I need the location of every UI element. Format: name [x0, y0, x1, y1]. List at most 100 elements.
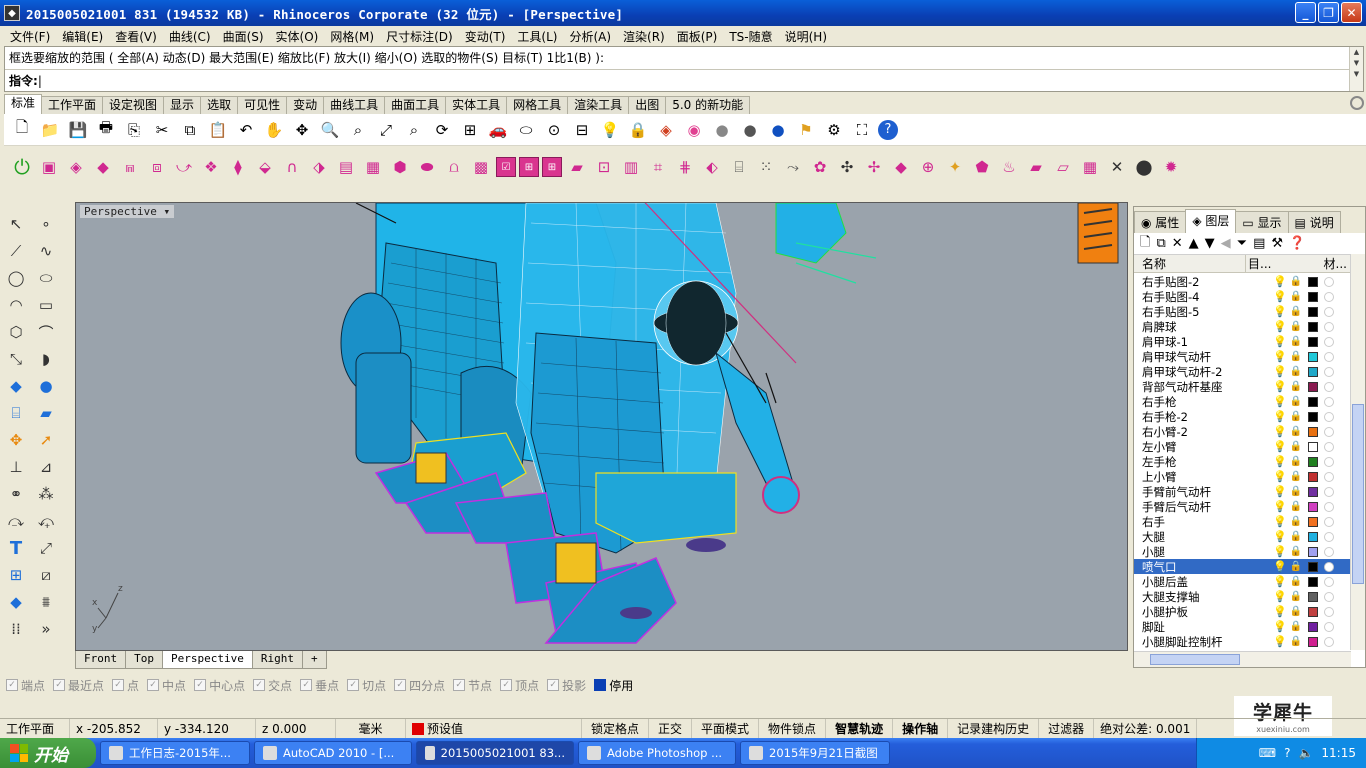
osnap-checkbox[interactable]: ✓	[253, 679, 266, 691]
material-icon[interactable]	[1324, 321, 1334, 332]
menu-item[interactable]: 面板(P)	[671, 28, 724, 45]
command-scrollbar[interactable]: ▲ ▼ ▼	[1349, 47, 1363, 91]
material-icon[interactable]	[1324, 606, 1334, 617]
deform-icon[interactable]: ⬖	[700, 155, 724, 179]
panel-tab[interactable]: ◉ 属性	[1134, 211, 1187, 233]
layers-stack-icon[interactable]: ▰	[565, 155, 589, 179]
material-icon[interactable]	[1324, 636, 1334, 647]
status-toggle[interactable]: 操作轴	[893, 718, 949, 739]
light-bulb-icon[interactable]: 💡	[1272, 305, 1288, 318]
layer-row[interactable]: 左小臂 💡 🔒	[1134, 439, 1351, 454]
osnap-checkbox[interactable]: ✓	[394, 679, 407, 691]
color-wheel-icon[interactable]: ◉	[682, 118, 706, 142]
more-icon[interactable]: »	[34, 617, 58, 641]
layer-row[interactable]: 手臂后气动杆 💡 🔒	[1134, 499, 1351, 514]
layer-row[interactable]: 右小臂-2 💡 🔒	[1134, 424, 1351, 439]
undo-icon[interactable]: ↶	[234, 118, 258, 142]
material-icon[interactable]	[1324, 471, 1334, 482]
osnap-10[interactable]: ✓ 顶点	[500, 677, 539, 694]
split-icon[interactable]: ⧫	[226, 155, 250, 179]
light-bulb-icon[interactable]: 💡	[1272, 545, 1288, 558]
rectangle-icon[interactable]: ▭	[34, 293, 58, 317]
osnap-checkbox[interactable]: ✓	[547, 679, 560, 691]
gumball-icon[interactable]: ✢	[862, 155, 886, 179]
power-icon[interactable]: ⏻	[10, 155, 34, 179]
plane-surface-icon[interactable]: ▰	[34, 401, 58, 425]
fillet-curve-icon[interactable]: ⌒	[34, 320, 58, 344]
split-tool-icon[interactable]: ⊿	[34, 455, 58, 479]
select-icon[interactable]: ⊟	[570, 118, 594, 142]
shaded-sphere-icon[interactable]: ●	[710, 118, 734, 142]
rebuild-icon[interactable]: ⤽	[34, 509, 58, 533]
osnap-checkbox[interactable]	[594, 679, 607, 691]
toolbar-tab[interactable]: 曲面工具	[384, 96, 447, 114]
cube-icon[interactable]: ◈	[64, 155, 88, 179]
move-view-icon[interactable]: ✥	[290, 118, 314, 142]
lock-icon[interactable]: 🔒	[1288, 306, 1304, 317]
transform-icon[interactable]: ✥	[4, 428, 28, 452]
layer-row[interactable]: 肩脾球 💡 🔒	[1134, 319, 1351, 334]
explode-icon[interactable]: ✣	[835, 155, 859, 179]
viewport-tab[interactable]: Top	[125, 651, 163, 669]
layer-row[interactable]: 右手 💡 🔒	[1134, 514, 1351, 529]
status-layer[interactable]: 预设值	[406, 718, 582, 739]
light-bulb-icon[interactable]: 💡	[1272, 275, 1288, 288]
osnap-4[interactable]: ✓ 中心点	[194, 677, 245, 694]
layer-row[interactable]: 背部气动杆基座 💡 🔒	[1134, 379, 1351, 394]
menu-item[interactable]: 尺寸标注(D)	[380, 28, 459, 45]
layer-row[interactable]: 上小臂 💡 🔒	[1134, 469, 1351, 484]
light-bulb-icon[interactable]: 💡	[1272, 485, 1288, 498]
arch-icon[interactable]: ∩	[280, 155, 304, 179]
move-parent-icon[interactable]: ◀	[1221, 236, 1231, 251]
light-bulb-icon[interactable]: 💡	[1272, 560, 1288, 573]
lock-icon[interactable]: 🔒	[1288, 441, 1304, 452]
panel-2-icon[interactable]: ▦	[361, 155, 385, 179]
layer-row[interactable]: 肩甲球气动杆 💡 🔒	[1134, 349, 1351, 364]
cplane-icon[interactable]: ⬭	[514, 118, 538, 142]
layer-row[interactable]: 右手贴图-5 💡 🔒	[1134, 304, 1351, 319]
four-view-icon[interactable]: ⊞	[458, 118, 482, 142]
light-bulb-icon[interactable]: 💡	[1272, 575, 1288, 588]
status-toggle[interactable]: 智慧轨迹	[826, 718, 894, 739]
new-layer-icon[interactable]: 🗋	[1140, 233, 1150, 255]
osnap-5[interactable]: ✓ 交点	[253, 677, 292, 694]
status-toggle[interactable]: 过滤器	[1039, 718, 1095, 739]
layer-row[interactable]: 小腿 💡 🔒	[1134, 544, 1351, 559]
ellipse-icon[interactable]: ⬭	[34, 266, 58, 290]
toolbar-tab[interactable]: 设定视图	[102, 96, 165, 114]
layer-color-swatch[interactable]	[1308, 486, 1318, 497]
layer-color-swatch[interactable]	[1308, 441, 1318, 452]
slant-icon[interactable]: ⬗	[307, 155, 331, 179]
osnap-0[interactable]: ✓ 端点	[6, 677, 45, 694]
osnap-checkbox[interactable]: ✓	[147, 679, 160, 691]
lock-icon[interactable]: 🔒	[1288, 621, 1304, 632]
select-arrow-icon[interactable]: ↖	[4, 212, 28, 236]
layer-color-swatch[interactable]	[1308, 396, 1318, 407]
status-toggle[interactable]: 记录建构历史	[948, 718, 1040, 739]
taskbar-button[interactable]: 2015005021001 83...	[416, 741, 574, 765]
layer-color-swatch[interactable]	[1308, 381, 1318, 392]
light-bulb-icon[interactable]: 💡	[1272, 410, 1288, 423]
material-icon[interactable]	[1324, 621, 1334, 632]
lock-icon[interactable]: 🔒	[1288, 516, 1304, 527]
layer-row[interactable]: 小腿脚趾控制杆 💡 🔒	[1134, 634, 1351, 649]
surface-grid-icon[interactable]: ▦	[1078, 155, 1102, 179]
options-icon[interactable]: ⛶	[850, 118, 874, 142]
toolbar-tab[interactable]: 实体工具	[445, 96, 508, 114]
lock-icon[interactable]: 🔒	[1288, 276, 1304, 287]
osnap-11[interactable]: ✓ 投影	[547, 677, 586, 694]
layer-row[interactable]: 右手贴图-2 💡 🔒	[1134, 274, 1351, 289]
taskbar-button[interactable]: Adobe Photoshop ...	[578, 741, 736, 765]
close-button[interactable]: ✕	[1341, 2, 1362, 23]
pan-hand-icon[interactable]: ✋	[262, 118, 286, 142]
box-icon[interactable]: ▣	[37, 155, 61, 179]
delete-layer-icon[interactable]: ✕	[1172, 236, 1183, 251]
toolbar-tab[interactable]: 标准	[4, 94, 43, 114]
layer-color-swatch[interactable]	[1308, 636, 1318, 647]
osnap-checkbox[interactable]: ✓	[300, 679, 313, 691]
status-toggle[interactable]: 锁定格点	[582, 718, 650, 739]
layer-color-swatch[interactable]	[1308, 591, 1318, 602]
viewport-tab[interactable]: Front	[75, 651, 127, 669]
light-bulb-icon[interactable]: 💡	[1272, 440, 1288, 453]
intersect-icon[interactable]: ✕	[1105, 155, 1129, 179]
